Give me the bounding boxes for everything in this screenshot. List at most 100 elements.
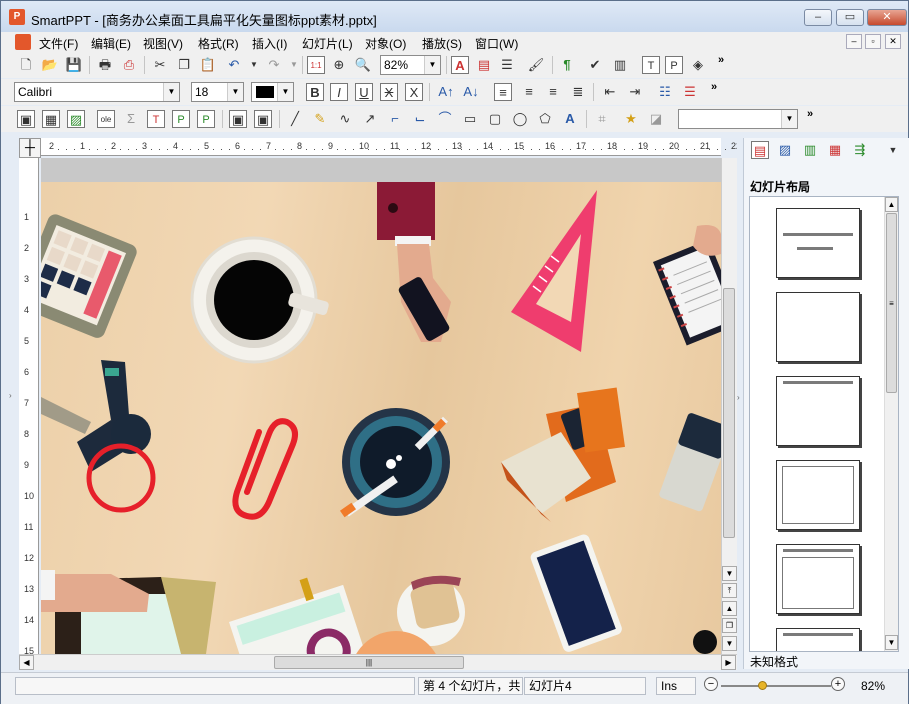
crop-icon[interactable]: ⌗ [593, 110, 611, 128]
align-right-icon[interactable]: ≡ [544, 83, 562, 101]
menu-insert[interactable]: 插入(I) [252, 35, 287, 52]
layout-blank[interactable] [776, 292, 860, 362]
toolbar-overflow-icon[interactable]: » [711, 81, 717, 93]
menu-file[interactable]: 文件(F) [39, 35, 78, 52]
animation-tab-icon[interactable]: ▦ [826, 141, 844, 159]
double-strike-icon[interactable]: X [405, 83, 423, 101]
layout-title-content[interactable] [776, 544, 860, 614]
search-icon[interactable]: 🔍 [354, 56, 372, 74]
menu-edit[interactable]: 编辑(E) [91, 35, 131, 52]
menu-window[interactable]: 窗口(W) [475, 35, 518, 52]
document-icon[interactable] [15, 34, 31, 50]
pdf-icon[interactable]: ⎙ [120, 56, 138, 74]
font-size-combo[interactable]: 18 ▼ [191, 82, 244, 102]
text-frame-icon[interactable]: ▣ [17, 110, 35, 128]
insert-text-icon[interactable]: T [642, 56, 660, 74]
panel-menu-icon[interactable]: ▼ [884, 141, 902, 159]
prev-slide-icon[interactable]: ▲ [722, 601, 737, 616]
right-panel-collapse-icon[interactable]: › [737, 393, 740, 402]
align-center-icon[interactable]: ≡ [520, 83, 538, 101]
zoom-in-icon[interactable]: + [831, 677, 845, 691]
ungroup-icon[interactable]: ▣ [254, 110, 272, 128]
pen-icon[interactable]: ✎ [311, 110, 329, 128]
form-icon[interactable]: ▤ [475, 56, 493, 74]
group-icon[interactable]: ▣ [229, 110, 247, 128]
scroll-right-icon[interactable]: ▶ [721, 655, 736, 670]
scroll-down-icon[interactable]: ▼ [885, 635, 898, 650]
vertical-scroll-thumb[interactable] [723, 288, 735, 538]
picture-frame-icon[interactable]: P [172, 110, 190, 128]
layout-two-content[interactable] [776, 628, 860, 651]
rounded-rect-icon[interactable]: ▢ [486, 110, 504, 128]
curved-connector-icon[interactable]: ⌒ [436, 110, 454, 128]
rectangle-icon[interactable]: ▭ [461, 110, 479, 128]
menu-format[interactable]: 格式(R) [198, 35, 239, 52]
image-icon[interactable]: ▨ [67, 110, 85, 128]
text-icon[interactable]: T [147, 110, 165, 128]
slide-vertical-scrollbar[interactable]: ▼ ⤒ ▲ ❐ ▼ [721, 158, 737, 654]
style-combo[interactable]: ▼ [678, 109, 798, 129]
arrow-icon[interactable]: ↗ [361, 110, 379, 128]
scroll-left-icon[interactable]: ◀ [19, 655, 34, 670]
toolbar-overflow-icon[interactable]: » [718, 54, 724, 66]
placeholder-icon[interactable]: P [197, 110, 215, 128]
minimize-button[interactable]: – [804, 9, 832, 26]
layers-icon[interactable]: ◈ [689, 56, 707, 74]
next-slide-icon[interactable]: ▼ [722, 636, 737, 651]
print-icon[interactable]: 🖶 [96, 56, 114, 74]
toolbar-overflow-icon[interactable]: » [807, 108, 813, 120]
underline-icon[interactable]: U [355, 83, 373, 101]
menu-object[interactable]: 对象(O) [365, 35, 406, 52]
layout-scroll-thumb[interactable]: ≡ [886, 213, 897, 393]
zoom-slider-knob[interactable] [758, 681, 767, 690]
horizontal-scroll-thumb[interactable]: ||| [274, 656, 464, 669]
spellcheck-icon[interactable]: ✔ [586, 56, 604, 74]
slide-editor[interactable] [41, 158, 721, 654]
bullets-icon[interactable]: ☷ [656, 83, 674, 101]
paste-icon[interactable]: 📋 [199, 56, 217, 74]
doc-restore-button[interactable]: ▫ [865, 34, 881, 49]
text-color-icon[interactable]: A [451, 56, 469, 74]
left-panel-collapse-icon[interactable]: › [9, 391, 12, 400]
actual-size-icon[interactable]: 1:1 [307, 56, 325, 74]
slide-canvas[interactable] [41, 182, 721, 654]
doc-close-button[interactable]: ✕ [885, 34, 901, 49]
zoom-tool-icon[interactable]: ⊕ [330, 56, 348, 74]
format-painter-icon[interactable]: 🖌 [527, 56, 545, 74]
line-icon[interactable]: ╱ [286, 110, 304, 128]
wordart-icon[interactable]: A [561, 110, 579, 128]
effects-icon[interactable]: ◪ [647, 110, 665, 128]
layout-list[interactable]: ▲ ≡ ▼ [749, 196, 899, 652]
layout-title-slide[interactable] [776, 208, 860, 278]
design-tab-icon[interactable]: ▨ [776, 141, 794, 159]
decrease-indent-icon[interactable]: ⇤ [601, 83, 619, 101]
layout-tab-icon[interactable]: ▤ [751, 141, 769, 159]
increase-indent-icon[interactable]: ⇥ [626, 83, 644, 101]
scroll-down-icon[interactable]: ▼ [722, 566, 737, 581]
copy-icon[interactable]: ❐ [175, 56, 193, 74]
paragraph-icon[interactable]: ¶ [558, 56, 576, 74]
maximize-button[interactable]: ▭ [836, 9, 864, 26]
redo-dropdown-icon[interactable]: ▼ [285, 56, 303, 74]
connector-icon[interactable]: ⌐ [386, 110, 404, 128]
zoom-out-icon[interactable]: − [704, 677, 718, 691]
curve-icon[interactable]: ∿ [336, 110, 354, 128]
justify-icon[interactable]: ≣ [569, 83, 587, 101]
table-icon[interactable]: ▦ [42, 110, 60, 128]
zoom-combo[interactable]: 82% ▼ [380, 55, 441, 75]
cut-icon[interactable]: ✂ [151, 56, 169, 74]
layout-content-frame[interactable] [776, 460, 860, 530]
first-slide-icon[interactable]: ⤒ [722, 583, 737, 598]
close-button[interactable]: ✕ [867, 9, 907, 26]
redo-icon[interactable]: ↷ [265, 56, 283, 74]
insert-picture-icon[interactable]: P [665, 56, 683, 74]
chart-icon[interactable]: ▥ [611, 56, 629, 74]
shrink-font-icon[interactable]: A↓ [462, 83, 480, 101]
align-left-icon[interactable]: ≡ [494, 83, 512, 101]
formula-icon[interactable]: Σ [122, 110, 140, 128]
bold-icon[interactable]: B [306, 83, 324, 101]
menu-slide[interactable]: 幻灯片(L) [302, 35, 353, 52]
undo-dropdown-icon[interactable]: ▼ [245, 56, 263, 74]
star-icon[interactable]: ★ [622, 110, 640, 128]
slide-horizontal-scrollbar[interactable]: ◀ ||| ▶ [19, 654, 737, 670]
